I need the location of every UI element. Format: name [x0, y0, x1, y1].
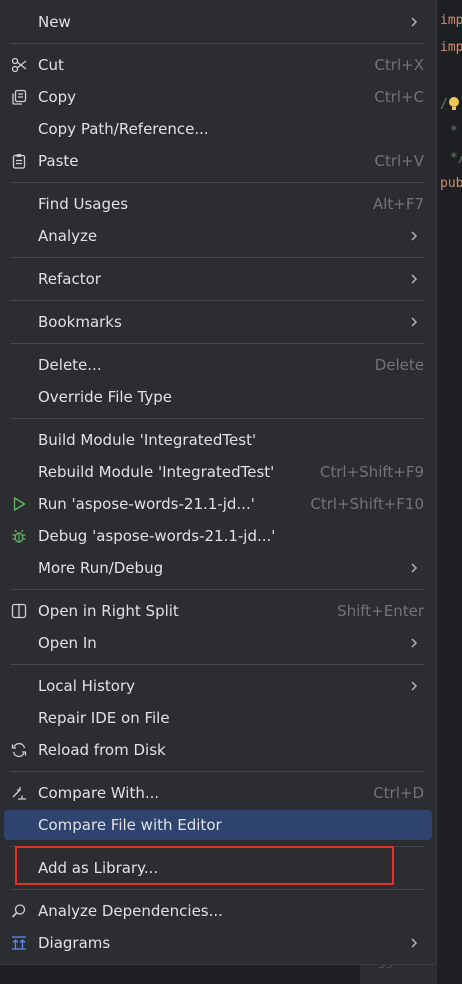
- menu-item-cut[interactable]: Cut Ctrl+X: [4, 50, 432, 80]
- menu-item-refactor[interactable]: Refactor: [4, 264, 432, 294]
- menu-item-label: Diagrams: [38, 934, 111, 952]
- menu-item-build-module[interactable]: Build Module 'IntegratedTest': [4, 425, 432, 455]
- menu-item-label: Cut: [38, 56, 64, 74]
- code-line: pub: [440, 176, 462, 191]
- code-line: */: [450, 151, 462, 166]
- run-icon: [13, 497, 26, 511]
- menu-item-label: Open In: [38, 634, 97, 652]
- menu-item-label: Debug 'aspose-words-21.1-jd...': [38, 527, 276, 545]
- menu-item-repair-ide[interactable]: Repair IDE on File: [4, 703, 432, 733]
- compare-icon: [12, 787, 26, 800]
- menu-separator: [10, 300, 424, 301]
- menu-separator: [10, 43, 424, 44]
- menu-item-label: Open in Right Split: [38, 602, 179, 620]
- chevron-right-icon: [411, 938, 418, 948]
- lightbulb-icon[interactable]: [446, 96, 462, 112]
- diagram-icon: [12, 936, 26, 950]
- menu-item-label: Reload from Disk: [38, 741, 166, 759]
- chevron-right-icon: [411, 681, 418, 691]
- menu-item-debug[interactable]: Debug 'aspose-words-21.1-jd...': [4, 521, 432, 551]
- menu-item-diagrams[interactable]: Diagrams: [4, 928, 432, 958]
- menu-item-label: Run 'aspose-words-21.1-jd...': [38, 495, 255, 513]
- menu-separator: [10, 343, 424, 344]
- menu-item-label: Repair IDE on File: [38, 709, 170, 727]
- chevron-right-icon: [411, 638, 418, 648]
- code-line: *: [450, 124, 458, 139]
- menu-item-shortcut: Delete: [374, 356, 424, 374]
- menu-item-label: Build Module 'IntegratedTest': [38, 431, 257, 449]
- menu-item-more-run-debug[interactable]: More Run/Debug: [4, 553, 432, 583]
- menu-item-label: Bookmarks: [38, 313, 122, 331]
- menu-item-label: Analyze: [38, 227, 98, 245]
- menu-item-shortcut: Ctrl+C: [374, 88, 424, 106]
- chevron-right-icon: [411, 17, 418, 27]
- menu-item-compare-editor[interactable]: Compare File with Editor: [4, 810, 432, 840]
- annotation-highlight-box: [15, 846, 394, 885]
- menu-item-label: Rebuild Module 'IntegratedTest': [38, 463, 275, 481]
- menu-item-new[interactable]: New: [4, 7, 432, 37]
- menu-item-find-usages[interactable]: Find Usages Alt+F7: [4, 189, 432, 219]
- menu-item-label: Local History: [38, 677, 136, 695]
- scissors-icon: [11, 57, 27, 73]
- menu-item-label: Find Usages: [38, 195, 129, 213]
- menu-item-open-in[interactable]: Open In: [4, 628, 432, 658]
- menu-separator: [10, 889, 424, 890]
- menu-separator: [10, 257, 424, 258]
- bug-icon: [12, 529, 26, 543]
- menu-item-label: Delete...: [38, 356, 102, 374]
- menu-item-local-history[interactable]: Local History: [4, 671, 432, 701]
- menu-item-run[interactable]: Run 'aspose-words-21.1-jd...' Ctrl+Shift…: [4, 489, 432, 519]
- menu-item-override-file-type[interactable]: Override File Type: [4, 382, 432, 412]
- menu-item-shortcut: Shift+Enter: [337, 602, 424, 620]
- menu-item-shortcut: Ctrl+V: [374, 152, 424, 170]
- menu-separator: [10, 664, 424, 665]
- menu-item-compare-with[interactable]: Compare With... Ctrl+D: [4, 778, 432, 808]
- copy-icon: [12, 89, 27, 105]
- menu-item-label: New: [38, 13, 71, 31]
- menu-item-shortcut: Ctrl+X: [374, 56, 424, 74]
- menu-item-bookmarks[interactable]: Bookmarks: [4, 307, 432, 337]
- chevron-right-icon: [411, 317, 418, 327]
- menu-separator: [10, 182, 424, 183]
- menu-item-shortcut: Ctrl+Shift+F9: [319, 463, 424, 481]
- menu-item-analyze-deps[interactable]: Analyze Dependencies...: [4, 896, 432, 926]
- menu-separator: [10, 589, 424, 590]
- menu-item-label: More Run/Debug: [38, 559, 164, 577]
- menu-item-label: Compare File with Editor: [38, 816, 222, 834]
- menu-item-analyze[interactable]: Analyze: [4, 221, 432, 251]
- menu-item-shortcut: Ctrl+D: [373, 784, 424, 802]
- menu-item-paste[interactable]: Paste Ctrl+V: [4, 146, 432, 176]
- menu-item-rebuild-module[interactable]: Rebuild Module 'IntegratedTest' Ctrl+Shi…: [4, 457, 432, 487]
- code-line: imp: [440, 40, 462, 55]
- code-line: imp: [440, 13, 462, 28]
- menu-separator: [10, 771, 424, 772]
- menu-item-label: Compare With...: [38, 784, 160, 802]
- menu-item-shortcut: Alt+F7: [372, 195, 424, 213]
- menu-separator: [10, 418, 424, 419]
- menu-item-open-right-split[interactable]: Open in Right Split Shift+Enter: [4, 596, 432, 626]
- menu-item-label: Copy: [38, 88, 77, 106]
- magnifier-dependency-icon: [11, 904, 26, 918]
- context-menu: New Cut Ctrl+X Copy Ctrl+C Copy Path/Ref…: [0, 0, 437, 965]
- menu-item-label: Analyze Dependencies...: [38, 902, 223, 920]
- menu-item-copy-path[interactable]: Copy Path/Reference...: [4, 114, 432, 144]
- editor-area: [437, 0, 462, 984]
- menu-item-copy[interactable]: Copy Ctrl+C: [4, 82, 432, 112]
- chevron-right-icon: [411, 274, 418, 284]
- chevron-right-icon: [411, 563, 418, 573]
- menu-item-reload-disk[interactable]: Reload from Disk: [4, 735, 432, 765]
- chevron-right-icon: [411, 231, 418, 241]
- paste-icon: [12, 154, 26, 169]
- menu-item-label: Paste: [38, 152, 79, 170]
- menu-item-delete[interactable]: Delete... Delete: [4, 350, 432, 380]
- reload-icon: [11, 742, 27, 758]
- menu-item-shortcut: Ctrl+Shift+F10: [310, 495, 424, 513]
- menu-item-label: Copy Path/Reference...: [38, 120, 209, 138]
- menu-item-label: Override File Type: [38, 388, 172, 406]
- menu-item-label: Refactor: [38, 270, 101, 288]
- split-view-icon: [11, 603, 27, 619]
